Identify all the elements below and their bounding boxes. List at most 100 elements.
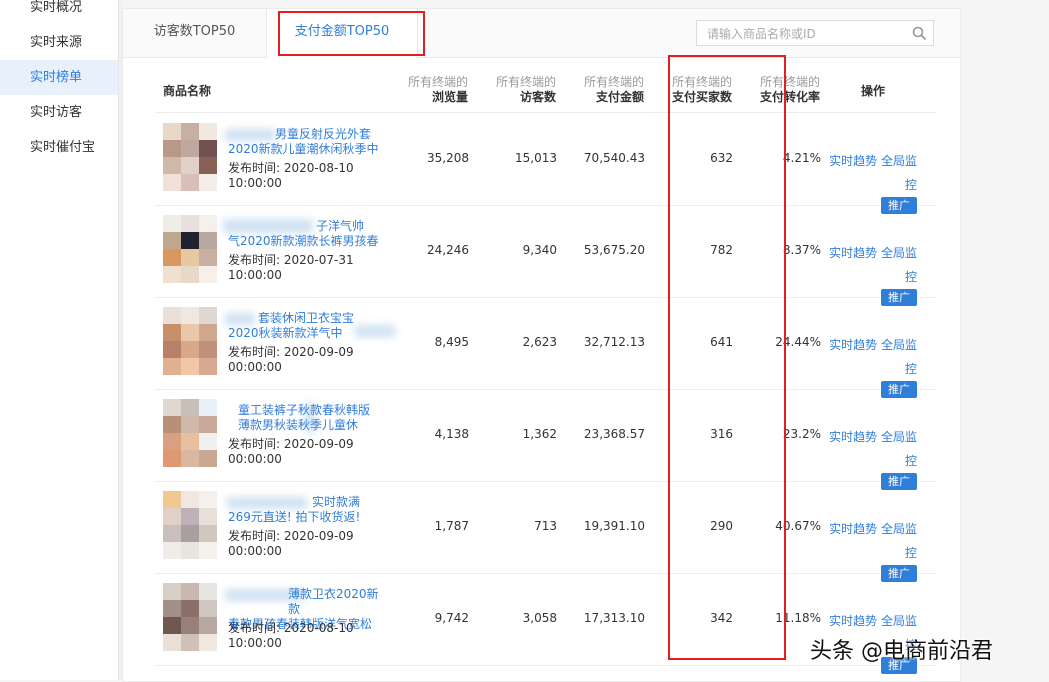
cell-amount: 23,368.57 xyxy=(583,427,645,441)
realtime-trend-link[interactable]: 实时趋势 xyxy=(829,154,877,168)
product-title-line2: 2020新款儿童潮休闲秋季中 xyxy=(228,142,379,156)
sidebar-item-source[interactable]: 实时来源 xyxy=(0,25,118,60)
search-input[interactable] xyxy=(697,21,919,47)
cell-visitors: 2,623 xyxy=(522,335,557,349)
product-title-line2: 薄款男秋装秋季儿童休 xyxy=(238,418,359,432)
cell-amount: 17,313.10 xyxy=(583,611,645,625)
product-title[interactable]: 男童反射反光外套 2020新款儿童潮休闲秋季中 xyxy=(228,127,388,157)
publish-clock: 00:00:00 xyxy=(228,544,282,558)
publish-date: 2020-09-09 xyxy=(283,345,354,359)
product-thumbnail[interactable] xyxy=(163,399,217,467)
header-views[interactable]: 所有终端的 浏览量 xyxy=(408,75,468,105)
cell-views: 35,208 xyxy=(427,151,469,165)
cell-views: 9,742 xyxy=(434,611,469,625)
header-prefix: 所有终端的 xyxy=(583,75,644,89)
row-ops: 实时趋势 全局监 控 xyxy=(827,517,917,565)
global-monitor-link-cont[interactable]: 控 xyxy=(905,178,917,192)
publish-label: 发布时间: xyxy=(228,161,281,175)
cell-conversion: 8.37% xyxy=(782,243,821,257)
product-title-line2: 气2020新款潮款长裤男孩春 xyxy=(228,234,379,248)
global-monitor-link-cont[interactable]: 控 xyxy=(905,362,917,376)
product-thumbnail[interactable] xyxy=(163,123,217,191)
cell-amount: 70,540.43 xyxy=(583,151,645,165)
highlight-box-tab xyxy=(278,11,425,56)
global-monitor-link[interactable]: 全局监 xyxy=(881,522,917,536)
row-ops: 实时趋势 全局监 控 xyxy=(827,241,917,289)
header-label: 浏览量 xyxy=(431,90,468,104)
watermark: 头条 @电商前沿君 xyxy=(810,639,993,664)
product-thumbnail[interactable] xyxy=(163,491,217,559)
header-ops: 操作 xyxy=(861,84,886,98)
product-thumbnail[interactable] xyxy=(163,307,217,375)
product-title-line1: 薄款卫衣2020新款 xyxy=(288,587,379,616)
publish-clock: 00:00:00 xyxy=(228,452,282,466)
publish-label: 发布时间: xyxy=(228,253,281,267)
product-title[interactable]: 实时款满 269元直送! 拍下收货返! xyxy=(228,495,388,525)
publish-time: 发布时间: 2020-09-09 00:00:00 xyxy=(228,437,388,467)
product-title[interactable]: 童工装裤子秋款春秋韩版 薄款男秋装秋季儿童休 xyxy=(228,403,388,433)
global-monitor-link[interactable]: 全局监 xyxy=(881,614,917,628)
header-visitors[interactable]: 所有终端的 访客数 xyxy=(496,75,556,105)
global-monitor-link[interactable]: 全局监 xyxy=(881,246,917,260)
global-monitor-link[interactable]: 全局监 xyxy=(881,154,917,168)
global-monitor-link[interactable]: 全局监 xyxy=(881,338,917,352)
sidebar-item-overview[interactable]: 实时概况 xyxy=(0,0,118,25)
product-search xyxy=(696,20,934,47)
header-prefix: 所有终端的 xyxy=(407,75,468,89)
publish-clock: 00:00:00 xyxy=(228,360,282,374)
realtime-trend-link[interactable]: 实时趋势 xyxy=(829,430,877,444)
cell-visitors: 15,013 xyxy=(515,151,557,165)
cell-amount: 19,391.10 xyxy=(583,519,645,533)
product-title[interactable]: 套装休闲卫衣宝宝 2020秋装新款洋气中 xyxy=(228,311,388,341)
product-title[interactable]: 子洋气帅 气2020新款潮款长裤男孩春 xyxy=(228,219,388,249)
global-monitor-link-cont[interactable]: 控 xyxy=(905,546,917,560)
cell-views: 4,138 xyxy=(434,427,469,441)
header-label: 访客数 xyxy=(519,90,556,104)
product-title-line1: 套装休闲卫衣宝宝 xyxy=(258,311,355,325)
realtime-trend-link[interactable]: 实时趋势 xyxy=(829,246,877,260)
publish-label: 发布时间: xyxy=(228,437,281,451)
publish-clock: 10:00:00 xyxy=(228,268,282,282)
publish-time: 发布时间: 2020-07-31 10:00:00 xyxy=(228,253,388,283)
realtime-trend-link[interactable]: 实时趋势 xyxy=(829,522,877,536)
cell-visitors: 3,058 xyxy=(522,611,557,625)
publish-time: 发布时间: 2020-08-10 10:00:00 xyxy=(228,621,388,651)
tab-bar: 访客数TOP50 支付金额TOP50 xyxy=(123,9,960,58)
publish-date: 2020-08-10 xyxy=(283,621,354,635)
cell-visitors: 713 xyxy=(534,519,557,533)
row-ops: 实时趋势 全局监 控 xyxy=(827,425,917,473)
table-row: 男童反射反光外套 2020新款儿童潮休闲秋季中 发布时间: 2020-08-10… xyxy=(155,113,936,214)
publish-label: 发布时间: xyxy=(228,345,281,359)
publish-time: 发布时间: 2020-09-09 00:00:00 xyxy=(228,345,388,375)
product-thumbnail[interactable] xyxy=(163,215,217,283)
publish-label: 发布时间: xyxy=(228,529,281,543)
product-title-line1: 子洋气帅 xyxy=(316,219,365,233)
realtime-trend-link[interactable]: 实时趋势 xyxy=(829,614,877,628)
sidebar-item-payment-reminder[interactable]: 实时催付宝 xyxy=(0,130,118,165)
global-monitor-link-cont[interactable]: 控 xyxy=(905,454,917,468)
cell-views: 24,246 xyxy=(427,243,469,257)
row-ops: 实时趋势 全局监 控 xyxy=(827,333,917,381)
sidebar-item-ranking[interactable]: 实时榜单 xyxy=(0,60,118,95)
publish-time: 发布时间: 2020-08-10 10:00:00 xyxy=(228,161,388,191)
publish-time: 发布时间: 2020-09-09 00:00:00 xyxy=(228,529,388,559)
table-row: 童工装裤子秋款春秋韩版 薄款男秋装秋季儿童休 发布时间: 2020-09-09 … xyxy=(155,389,936,490)
header-prefix: 所有终端的 xyxy=(495,75,556,89)
publish-date: 2020-09-09 xyxy=(283,437,354,451)
realtime-trend-link[interactable]: 实时趋势 xyxy=(829,338,877,352)
highlight-box-buyers-column xyxy=(668,55,786,660)
publish-clock: 10:00:00 xyxy=(228,176,282,190)
global-monitor-link-cont[interactable]: 控 xyxy=(905,270,917,284)
publish-date: 2020-09-09 xyxy=(283,529,354,543)
product-title-line2: 2020秋装新款洋气中 xyxy=(228,326,343,340)
global-monitor-link[interactable]: 全局监 xyxy=(881,430,917,444)
product-title-line1: 男童反射反光外套 xyxy=(275,127,372,141)
search-icon[interactable] xyxy=(911,25,927,41)
publish-date: 2020-08-10 xyxy=(283,161,354,175)
sidebar-item-visitors[interactable]: 实时访客 xyxy=(0,95,118,130)
cell-amount: 32,712.13 xyxy=(583,335,645,349)
product-thumbnail[interactable] xyxy=(163,583,217,651)
tab-visitors-top50[interactable]: 访客数TOP50 xyxy=(123,9,267,57)
header-amount[interactable]: 所有终端的 支付金额 xyxy=(584,75,644,105)
product-title-line2: 269元直送! 拍下收货返! xyxy=(228,510,361,524)
